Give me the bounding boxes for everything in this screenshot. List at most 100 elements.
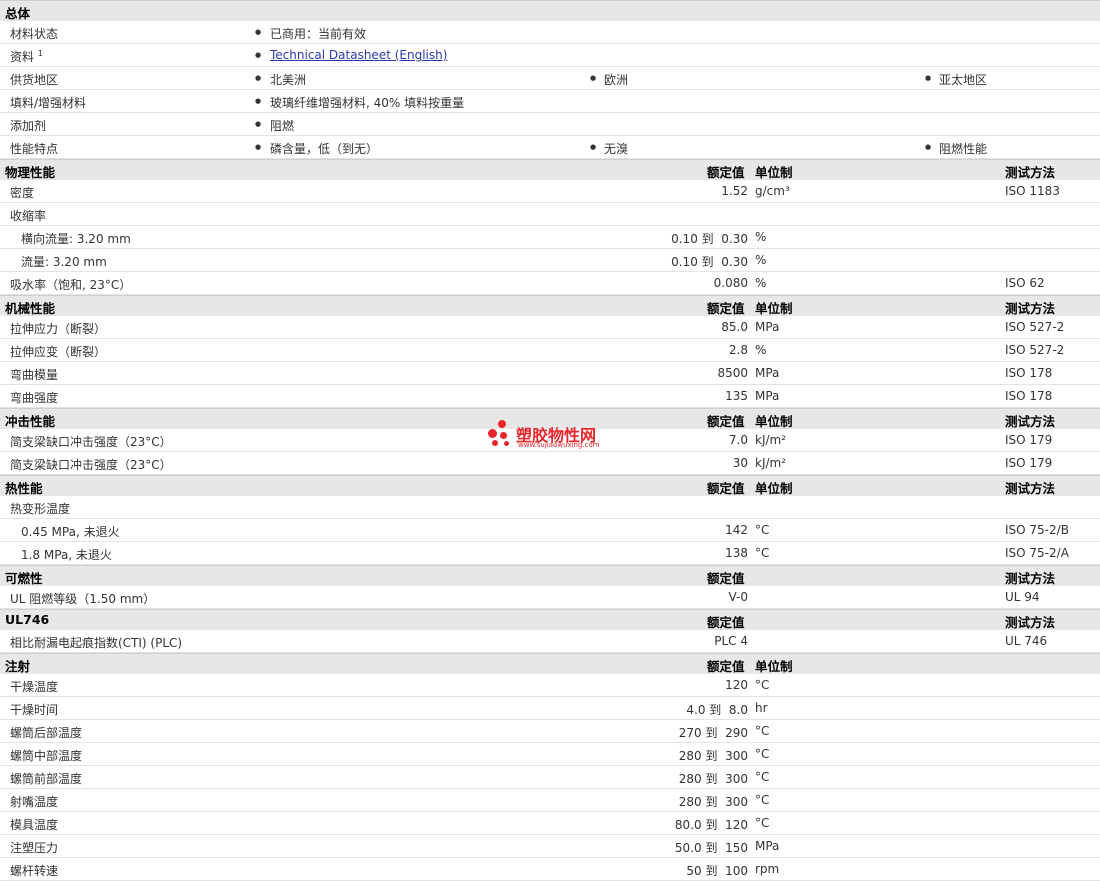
property-value: 85.0 — [721, 320, 748, 334]
property-value: 120 — [725, 678, 748, 692]
property-value: 0.080 — [713, 276, 748, 290]
row-label: 填料/增强材料 — [10, 94, 86, 111]
section-title: 总体 — [5, 6, 31, 21]
column-header-method: 测试方法 — [1005, 301, 1056, 316]
property-label: 简支梁缺口冲击强度（23°C） — [10, 435, 172, 449]
bullet-icon: ● — [255, 28, 262, 36]
property-label: 相比耐漏电起痕指数(CTI) (PLC) — [10, 636, 183, 650]
footnote-marker: 1 — [37, 49, 43, 58]
datasheet-link[interactable]: Technical Datasheet (English) — [270, 48, 447, 62]
property-row: 拉伸应力（断裂） 85.0 MPa ISO 527-2 — [0, 316, 1100, 339]
property-label: 收缩率 — [10, 209, 47, 223]
row-label-text: 材料状态 — [10, 27, 59, 41]
row-label: 添加剂 — [10, 117, 46, 134]
property-unit: °C — [755, 724, 770, 738]
column-header-unit: 单位制 — [755, 481, 793, 496]
column-header-nominal: 额定值 — [707, 301, 745, 316]
row-label-text: 填料/增强材料 — [10, 96, 87, 110]
property-unit: °C — [755, 816, 770, 830]
property-row: 吸水率（饱和, 23°C） 0.080% ISO 62 — [0, 272, 1100, 295]
row-label: 性能特点 — [10, 140, 58, 157]
row-label: 材料状态 — [10, 25, 58, 42]
property-unit: g/cm³ — [755, 184, 790, 198]
property-row: UL 阻燃等级（1.50 mm） V-0 UL 94 — [0, 586, 1100, 609]
row-label-text: 供货地区 — [10, 73, 59, 87]
property-row: 1.8 MPa, 未退火 138 °C ISO 75-2/A — [0, 542, 1100, 565]
property-row: 螺杆转速 50 到 100 rpm — [0, 858, 1100, 881]
property-label: 简支梁缺口冲击强度（23°C） — [10, 458, 172, 472]
property-row: 收缩率 — [0, 203, 1100, 226]
property-row: 弯曲强度 135 MPa ISO 178 — [0, 385, 1100, 408]
property-label: 弯曲模量 — [10, 368, 59, 382]
property-unit: MPa — [755, 389, 780, 403]
row-value: 磷含量，低（到无） — [270, 142, 379, 156]
section-title: 物理性能 — [5, 165, 56, 180]
test-method: UL 746 — [1005, 634, 1048, 648]
general-row: 填料/增强材料 ● 玻璃纤维增强材料, 40% 填料按重量 — [0, 90, 1100, 113]
column-header-method: 测试方法 — [1005, 165, 1056, 180]
test-method: UL 94 — [1005, 590, 1040, 604]
property-value: 0.10 到 0.30 — [671, 232, 748, 246]
property-row: 干燥温度 120 °C — [0, 674, 1100, 697]
bullet-icon: ● — [590, 74, 597, 82]
property-label: 干燥时间 — [10, 703, 59, 717]
general-row: 材料状态 ● 已商用：当前有效 — [0, 21, 1100, 44]
column-header-nominal: 额定值 — [707, 571, 745, 586]
column-header-unit: 单位制 — [755, 659, 793, 674]
property-value: 280 到 300 — [678, 772, 748, 786]
section-title: 冲击性能 — [5, 414, 56, 429]
property-value: 135 — [725, 389, 748, 403]
test-method: ISO 179 — [1005, 456, 1053, 470]
test-method: ISO 178 — [1005, 366, 1053, 380]
property-row: 模具温度 80.0 到 120 °C — [0, 812, 1100, 835]
property-label: 螺筒后部温度 — [10, 726, 83, 740]
row-label: 供货地区 — [10, 71, 58, 88]
property-value: 1.52 — [721, 184, 748, 198]
property-unit: °C — [755, 770, 770, 784]
column-header-unit: 单位制 — [755, 414, 793, 429]
property-value: 270 到 290 — [678, 726, 748, 740]
column-header-nominal: 额定值 — [707, 615, 745, 630]
property-label: 射嘴温度 — [10, 795, 59, 809]
property-row: 流量: 3.20 mm 0.10 到 0.30% — [0, 249, 1100, 272]
column-header-unit: 单位制 — [755, 165, 793, 180]
row-label: 资料 1 — [10, 48, 43, 65]
section-header: UL746 额定值 测试方法 — [0, 609, 1100, 630]
logo-dots-icon — [488, 420, 518, 450]
section-title: 可燃性 — [5, 571, 43, 586]
property-row: 弯曲模量 8500 MPa ISO 178 — [0, 362, 1100, 385]
property-row: 横向流量: 3.20 mm 0.10 到 0.30% — [0, 226, 1100, 249]
property-unit: hr — [755, 701, 768, 715]
general-row: 性能特点 ● 磷含量，低（到无） ● 无溴 ● 阻燃性能 — [0, 136, 1100, 159]
property-unit: °C — [755, 678, 770, 692]
property-unit: MPa — [755, 839, 780, 853]
property-value: 280 到 300 — [678, 795, 748, 809]
column-header-method: 测试方法 — [1005, 571, 1056, 586]
property-label: 流量: 3.20 mm — [21, 255, 107, 269]
property-value: 2.8 — [728, 343, 748, 357]
general-row: 添加剂 ● 阻燃 — [0, 113, 1100, 136]
bullet-icon: ● — [255, 74, 262, 82]
row-label-text: 资料 — [10, 50, 35, 64]
test-method: ISO 75-2/A — [1005, 546, 1069, 560]
test-method: ISO 1183 — [1005, 184, 1060, 198]
property-unit: % — [755, 253, 767, 267]
property-label: 螺杆转速 — [10, 864, 59, 878]
property-unit: °C — [755, 747, 770, 761]
property-unit: rpm — [755, 862, 780, 876]
row-value: 已商用：当前有效 — [270, 27, 367, 41]
property-row: 干燥时间 4.0 到 8.0 hr — [0, 697, 1100, 720]
column-header-nominal: 额定值 — [707, 165, 745, 180]
property-row: 简支梁缺口冲击强度（23°C） 30 kJ/m² ISO 179 — [0, 452, 1100, 475]
test-method: ISO 62 — [1005, 276, 1045, 290]
column-header-method: 测试方法 — [1005, 615, 1056, 630]
property-label: 拉伸应变（断裂） — [10, 345, 107, 359]
bullet-icon: ● — [255, 120, 262, 128]
row-value: 阻燃性能 — [939, 142, 988, 156]
property-unit: °C — [755, 793, 770, 807]
test-method: ISO 179 — [1005, 433, 1053, 447]
bullet-icon: ● — [590, 143, 597, 151]
property-unit: kJ/m² — [755, 456, 787, 470]
property-label: 干燥温度 — [10, 680, 59, 694]
property-row: 热变形温度 — [0, 496, 1100, 519]
